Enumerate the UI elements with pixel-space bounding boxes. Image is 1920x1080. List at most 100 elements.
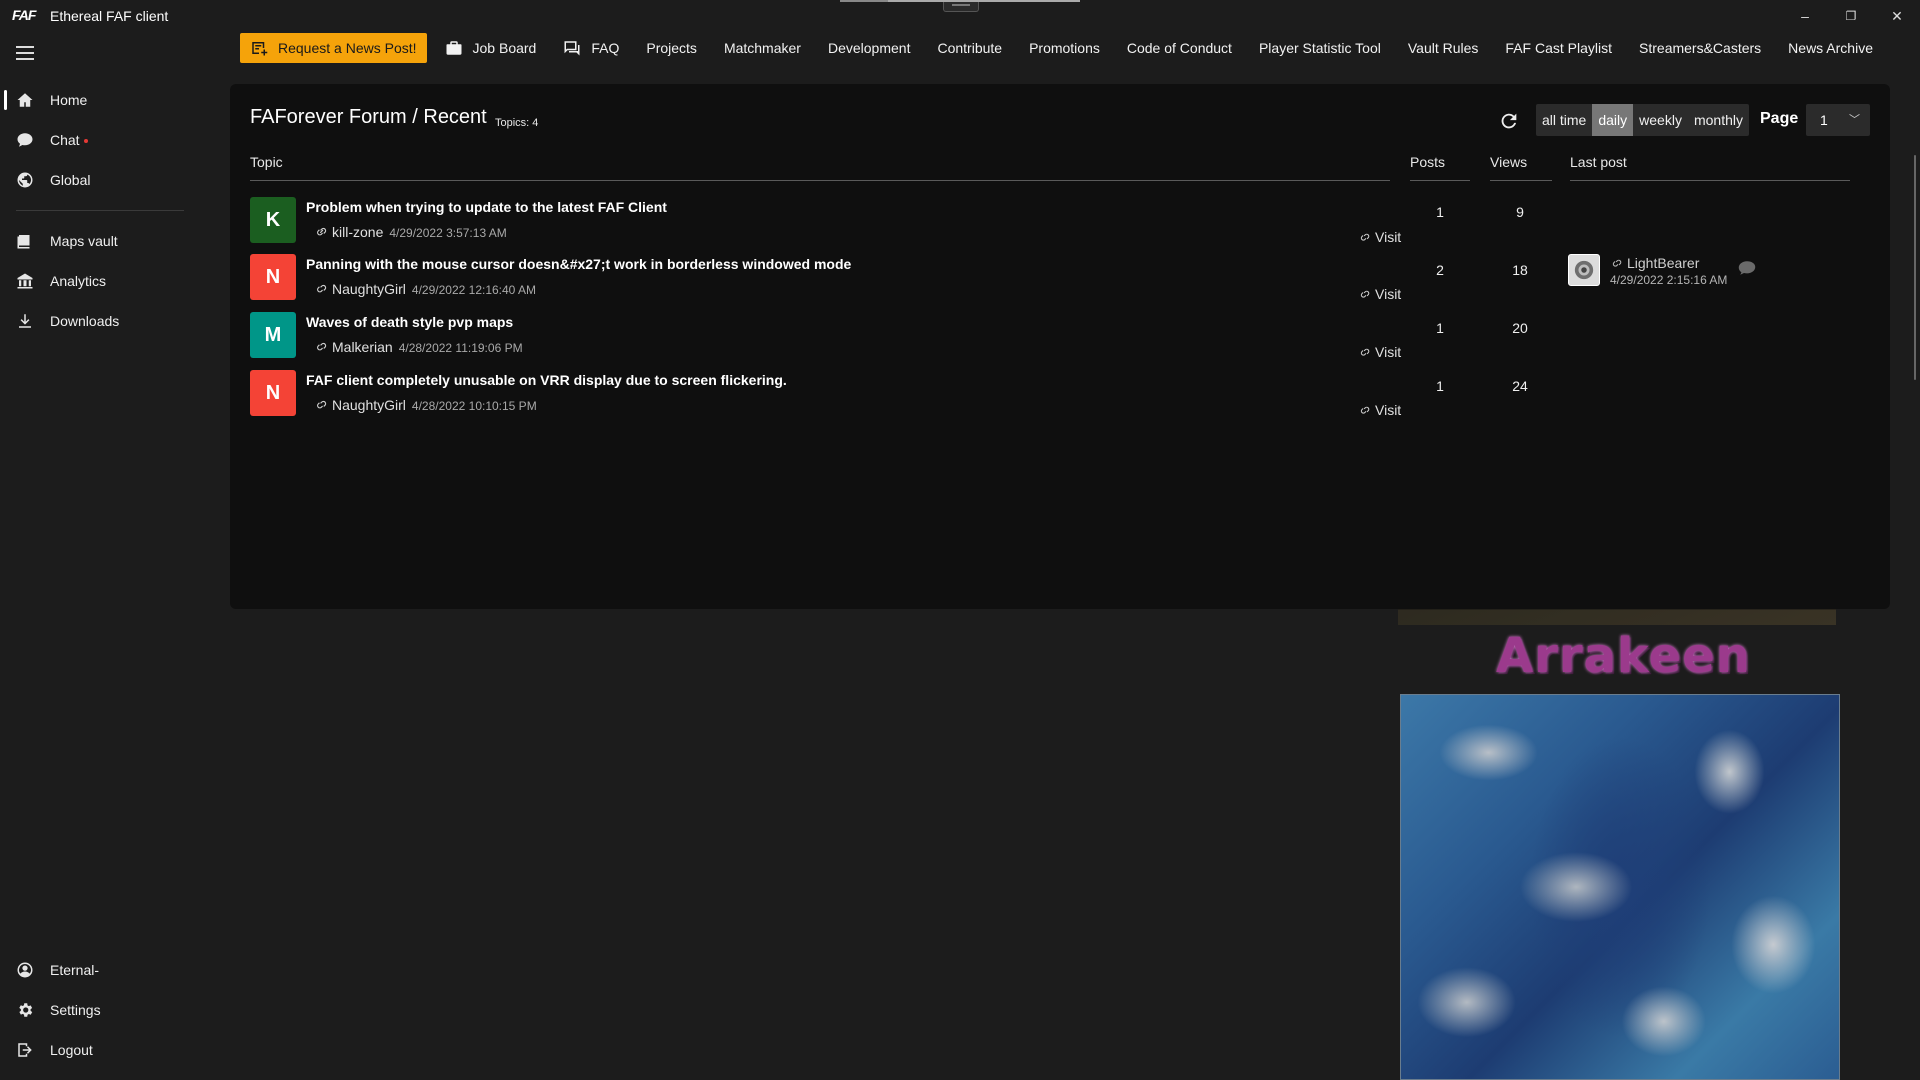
tab-news-archive[interactable]: News Archive [1788,40,1873,56]
link-icon [1360,233,1370,241]
topic-row[interactable]: K Problem when trying to update to the l… [250,197,1401,245]
visit-label: Visit [1375,229,1402,245]
views-count: 18 [1512,262,1528,278]
tab-label: News Archive [1788,40,1873,56]
scrollbar[interactable] [1914,155,1916,380]
hamburger-menu-icon[interactable] [16,46,34,60]
sidebar-item-label: Analytics [50,273,107,289]
sidebar-item-label: Global [50,172,91,188]
topic-author[interactable]: kill-zone [332,224,383,240]
topic-time: 4/29/2022 12:16:40 AM [411,283,537,297]
topic-row[interactable]: N FAF client completely unusable on VRR … [250,370,1401,418]
visit-link[interactable]: Visit [1358,229,1401,245]
visit-label: Visit [1375,286,1402,302]
tab-contribute[interactable]: Contribute [937,40,1002,56]
visit-link[interactable]: Visit [1358,344,1401,360]
sidebar-item-home[interactable]: Home [0,82,195,118]
tab-label: Promotions [1029,40,1100,56]
tab-label: Projects [646,40,697,56]
forum-panel: FAForever Forum / Recent Topics: 4 all t… [230,84,1890,609]
map-preview-arrakeen [1400,694,1840,1080]
sidebar-item-label: Settings [50,1002,101,1018]
posts-count: 1 [1436,204,1444,220]
maximize-button[interactable]: ❐ [1836,4,1866,28]
chevron-down-icon: ﹀ [1849,114,1860,126]
tab-label: Vault Rules [1407,40,1479,56]
column-header-posts: Posts [1410,154,1446,170]
sidebar-item-label: Logout [50,1042,93,1058]
tab-promotions[interactable]: Promotions [1029,40,1100,56]
topic-author[interactable]: NaughtyGirl [332,281,406,297]
tab-label: Code of Conduct [1126,40,1232,56]
topics-count: Topics: 4 [495,117,539,129]
tab-job-board[interactable]: Job Board [445,39,537,57]
maps-icon [16,232,34,250]
topic-author[interactable]: Malkerian [332,339,393,355]
page-select[interactable]: 1 ﹀ [1806,104,1870,136]
tab-label: Contribute [937,40,1003,56]
tab-projects[interactable]: Projects [646,40,697,56]
sidebar-item-account[interactable]: Eternal- [0,952,195,988]
sidebar-item-analytics[interactable]: Analytics [0,263,195,299]
column-divider-last-post [1570,180,1850,181]
tab-faq[interactable]: FAQ [563,39,619,57]
visit-link[interactable]: Visit [1358,402,1401,418]
tab-faf-cast-playlist[interactable]: FAF Cast Playlist [1505,40,1612,56]
sidebar-item-downloads[interactable]: Downloads [0,303,195,339]
tab-matchmaker[interactable]: Matchmaker [724,40,801,56]
request-news-post-button[interactable]: Request a News Post! [240,33,427,63]
topic-avatar: N [250,370,296,416]
topic-row[interactable]: M Waves of death style pvp maps Malkeria… [250,312,1401,360]
filter-weekly[interactable]: weekly [1633,104,1688,136]
refresh-button[interactable] [1498,110,1520,132]
topic-time: 4/28/2022 10:10:15 PM [411,399,537,413]
tab-label: Job Board [472,40,537,56]
topic-title[interactable]: FAF client completely unusable on VRR di… [306,372,787,388]
link-icon [314,398,328,412]
home-icon [16,91,34,109]
time-filter-group: all time daily weekly monthly [1536,104,1749,136]
filter-all-time[interactable]: all time [1536,104,1592,136]
topic-meta: NaughtyGirl 4/28/2022 10:10:15 PM [306,396,537,413]
sidebar-item-maps-vault[interactable]: Maps vault [0,223,195,259]
sidebar-item-chat[interactable]: Chat [0,122,195,158]
map-name-label: Arrakeen [1496,628,1751,684]
minimize-button[interactable]: – [1790,4,1820,28]
link-icon [1360,290,1370,298]
tab-streamers-casters[interactable]: Streamers&Casters [1639,40,1761,56]
sidebar-item-label: Maps vault [50,233,118,249]
tab-development[interactable]: Development [828,40,911,56]
page-select-value: 1 [1820,112,1828,128]
top-navigation: Request a News Post! Job Board FAQ Proje… [240,33,1900,63]
filter-daily[interactable]: daily [1592,104,1634,136]
topic-row[interactable]: N Panning with the mouse cursor doesn&#x… [250,254,1401,302]
sidebar-item-global[interactable]: Global [0,162,195,198]
last-post-author[interactable]: LightBearer [1610,255,1699,271]
tab-code-of-conduct[interactable]: Code of Conduct [1127,40,1232,56]
column-header-views: Views [1490,154,1528,170]
column-divider-views [1490,180,1552,181]
comment-icon[interactable] [1738,260,1756,276]
last-post-time: 4/29/2022 2:15:16 AM [1610,273,1728,287]
tab-label: Development [827,40,911,56]
sidebar-item-settings[interactable]: Settings [0,992,195,1028]
filter-monthly[interactable]: monthly [1688,104,1749,136]
topic-author[interactable]: NaughtyGirl [332,397,406,413]
sidebar-item-label: Home [50,92,88,108]
close-button[interactable]: ✕ [1882,4,1912,28]
topic-title[interactable]: Panning with the mouse cursor doesn&#x27… [306,256,851,272]
posts-count: 1 [1436,378,1444,394]
visit-link[interactable]: Visit [1358,286,1401,302]
posts-count: 2 [1436,262,1444,278]
analytics-icon [16,272,34,290]
topic-title[interactable]: Waves of death style pvp maps [306,314,513,330]
sidebar-item-logout[interactable]: Logout [0,1032,195,1068]
tab-vault-rules[interactable]: Vault Rules [1408,40,1479,56]
topic-time: 4/29/2022 3:57:13 AM [389,226,507,240]
views-count: 9 [1516,204,1524,220]
page-title: FAForever Forum / Recent [250,106,487,128]
tab-player-statistic-tool[interactable]: Player Statistic Tool [1259,40,1381,56]
link-icon [314,340,328,354]
avatar [1568,254,1600,286]
topic-title[interactable]: Problem when trying to update to the lat… [306,199,667,215]
